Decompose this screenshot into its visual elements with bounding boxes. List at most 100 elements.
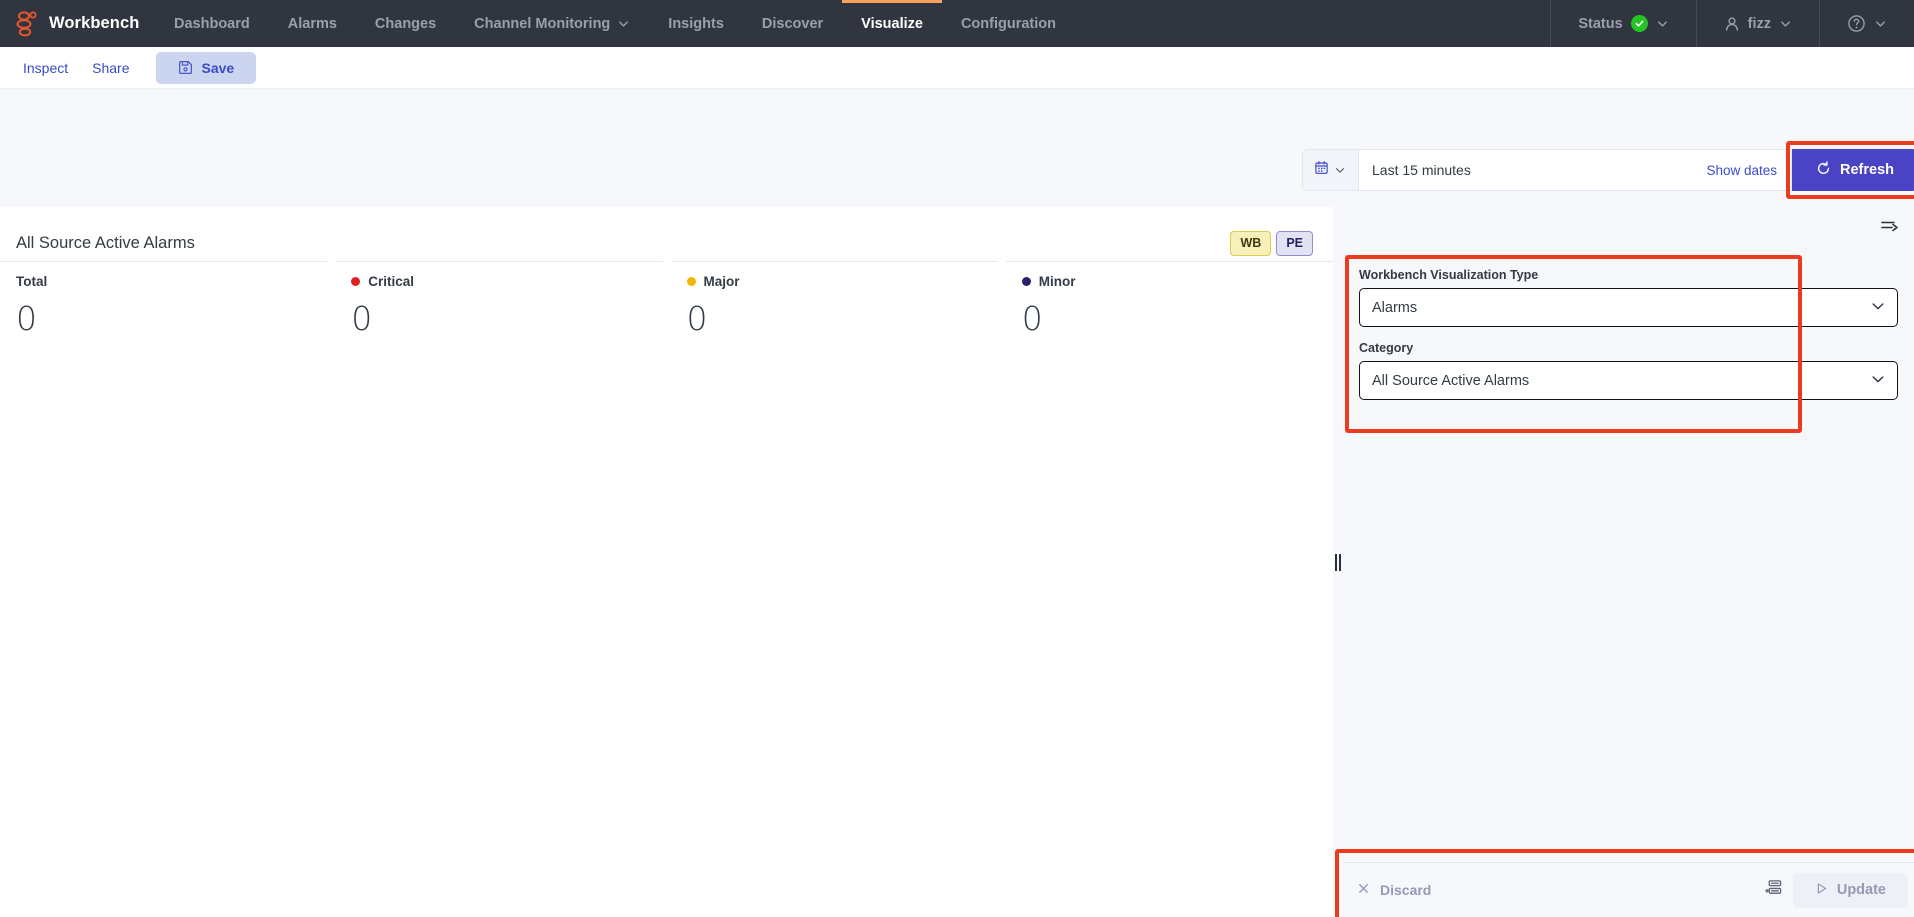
configuration-topbar [1343, 207, 1914, 249]
time-range-controls: Last 15 minutes Show dates Refresh [1302, 141, 1914, 199]
status-badge-pe[interactable]: PE [1276, 231, 1313, 256]
floppy-disk-icon [178, 60, 193, 75]
refresh-icon [1816, 160, 1831, 180]
chevron-down-icon [1656, 17, 1669, 30]
user-menu[interactable]: fizz [1695, 0, 1819, 47]
page-toolbar: Inspect Share Save [0, 47, 1914, 89]
configuration-body: Workbench Visualization Type Alarms Cate… [1343, 249, 1914, 862]
share-button[interactable]: Share [82, 53, 139, 83]
nav-item-discover[interactable]: Discover [743, 0, 842, 47]
metric-label-text: Critical [368, 274, 415, 289]
nav-label: Discover [761, 15, 824, 32]
metric-label: Major [686, 274, 998, 289]
nav-item-configuration[interactable]: Configuration [942, 0, 1075, 47]
field-label-visualization-type: Workbench Visualization Type [1359, 268, 1539, 282]
add-panel-icon[interactable] [1760, 875, 1787, 905]
nav-label: Alarms [287, 15, 337, 32]
update-button[interactable]: Update [1792, 872, 1908, 908]
metric-value: 0 [16, 299, 37, 338]
severity-dot-minor [1021, 277, 1031, 286]
nav-item-alarms[interactable]: Alarms [269, 0, 356, 47]
nav-item-dashboard[interactable]: Dashboard [155, 0, 269, 47]
discard-button-label: Discard [1380, 882, 1432, 898]
chevron-down-icon [617, 17, 630, 30]
metric-value: 0 [1021, 299, 1043, 338]
inspect-button[interactable]: Inspect [13, 53, 78, 83]
visualization-type-value: Alarms [1372, 299, 1418, 316]
visualization-type-select[interactable]: Alarms [1359, 288, 1898, 327]
nav-item-changes[interactable]: Changes [356, 0, 455, 47]
badge-group: WB PE [1230, 231, 1313, 256]
status-badge-wb[interactable]: WB [1230, 231, 1272, 256]
calendar-icon [1314, 160, 1329, 180]
show-dates-link[interactable]: Show dates [1706, 150, 1791, 190]
metric-label: Total [16, 274, 327, 289]
brand[interactable]: Workbench [0, 0, 155, 47]
nav-item-insights[interactable]: Insights [649, 0, 743, 47]
discard-button[interactable]: Discard [1357, 882, 1431, 898]
refresh-button-label: Refresh [1840, 162, 1894, 178]
nav-item-channel-monitoring[interactable]: Channel Monitoring [455, 0, 649, 47]
category-select[interactable]: All Source Active Alarms [1359, 361, 1898, 400]
help-circle-icon [1847, 14, 1866, 33]
save-button[interactable]: Save [155, 51, 257, 84]
nav-label: Configuration [960, 15, 1056, 32]
help-menu[interactable] [1819, 0, 1914, 47]
save-button-label: Save [201, 59, 235, 76]
metric-value: 0 [351, 299, 373, 338]
nav-item-visualize[interactable]: Visualize [842, 0, 942, 47]
play-icon [1815, 882, 1828, 899]
footer-actions: Update [1335, 849, 1914, 917]
metric-cards: Total 0 Critical 0 Major 0 Minor 0 [0, 261, 1333, 351]
field-label-category: Category [1359, 341, 1414, 355]
refresh-button-wrap: Refresh [1786, 141, 1914, 199]
status-label: Status [1578, 15, 1623, 32]
brand-name: Workbench [49, 14, 140, 32]
secondary-nav: Status fizz [1550, 0, 1914, 47]
drag-grip-icon [1335, 553, 1341, 571]
metric-separator [663, 261, 671, 351]
metric-label-text: Minor [1038, 274, 1076, 289]
metric-card-critical: Critical 0 [335, 261, 663, 351]
check-circle-icon [1630, 15, 1648, 32]
status-menu[interactable]: Status [1550, 0, 1695, 47]
date-picker[interactable]: Last 15 minutes Show dates [1302, 149, 1792, 191]
panel-resize-handle[interactable] [1333, 207, 1343, 917]
top-navigation-bar: Workbench Dashboard Alarms Changes Chann… [0, 0, 1914, 47]
nav-label: Changes [374, 15, 437, 32]
metric-card-total: Total 0 [0, 261, 328, 351]
user-name: fizz [1747, 15, 1771, 32]
metric-label: Minor [1021, 274, 1333, 289]
refresh-button[interactable]: Refresh [1792, 149, 1914, 191]
metric-card-major: Major 0 [670, 261, 998, 351]
nav-label: Insights [668, 15, 724, 32]
metric-label: Critical [351, 274, 662, 289]
metric-label-text: Major [703, 274, 740, 289]
chevron-down-icon [1334, 164, 1347, 177]
primary-nav: Dashboard Alarms Changes Channel Monitor… [155, 0, 1075, 47]
category-value: All Source Active Alarms [1372, 372, 1530, 389]
collapse-right-icon[interactable] [1880, 218, 1900, 239]
workbench-logo-icon [16, 10, 38, 37]
metric-separator [327, 261, 335, 351]
nav-label: Visualize [861, 15, 923, 32]
configuration-footer: Discard Update [1335, 849, 1914, 917]
nav-label: Dashboard [174, 15, 250, 32]
update-button-label: Update [1836, 882, 1886, 898]
severity-dot-critical [351, 277, 361, 286]
person-icon [1724, 16, 1740, 32]
chevron-down-icon [1870, 371, 1886, 391]
calendar-quick-select-button[interactable] [1303, 150, 1359, 190]
configuration-panel: Workbench Visualization Type Alarms Cate… [1335, 207, 1914, 917]
chevron-down-icon [1779, 17, 1792, 30]
workspace: Last 15 minutes Show dates Refresh All S… [0, 89, 1914, 917]
nav-label: Channel Monitoring [474, 15, 611, 32]
metric-value: 0 [686, 299, 708, 338]
time-range-value[interactable]: Last 15 minutes [1359, 150, 1706, 190]
configuration-form: Workbench Visualization Type Alarms Cate… [1343, 259, 1914, 428]
page-title: All Source Active Alarms [16, 234, 195, 252]
chevron-down-icon [1874, 17, 1887, 30]
metric-separator [998, 261, 1006, 351]
severity-dot-major [686, 277, 696, 286]
